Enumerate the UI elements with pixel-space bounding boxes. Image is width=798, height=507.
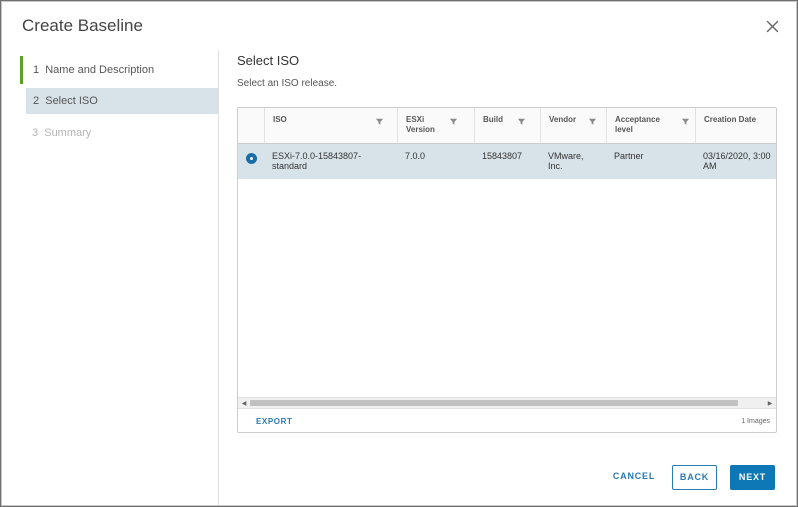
close-icon[interactable]	[762, 16, 782, 36]
column-creation-date[interactable]: Creation Date	[695, 108, 776, 143]
step-select-iso[interactable]: 2 Select ISO	[26, 88, 218, 114]
content-subtitle: Select an ISO release.	[237, 78, 338, 89]
cell-iso: ESXi-7.0.0-15843807- standard	[272, 151, 362, 171]
column-select	[238, 108, 264, 143]
column-label: Build	[483, 115, 503, 124]
next-button[interactable]: NEXT	[730, 465, 775, 490]
column-label: ESXi Version	[406, 115, 435, 134]
table-row[interactable]: ESXi-7.0.0-15843807- standard 7.0.0 1584…	[238, 144, 776, 179]
step-summary: 3 Summary	[32, 127, 92, 139]
item-count: 1 Images	[741, 418, 770, 425]
filter-icon[interactable]	[517, 117, 526, 126]
scrollbar-thumb[interactable]	[250, 400, 738, 406]
column-label: Creation Date	[704, 115, 757, 124]
column-build[interactable]: Build	[474, 108, 532, 143]
radio-selected-icon[interactable]	[246, 153, 257, 164]
step-name-and-description[interactable]: 1 Name and Description	[20, 56, 218, 84]
wizard-steps: 1 Name and Description 2 Select ISO 3 Su…	[2, 50, 219, 505]
column-label: Vendor	[549, 115, 577, 124]
back-button[interactable]: BACK	[672, 465, 717, 490]
cell-acceptance: Partner	[614, 151, 644, 161]
create-baseline-dialog: Create Baseline 1 Name and Description 2…	[2, 2, 796, 505]
filter-icon[interactable]	[681, 117, 690, 126]
filter-icon[interactable]	[449, 117, 458, 126]
iso-datagrid: ISO ESXi Version Build Vendor Acceptance…	[237, 107, 777, 433]
filter-icon[interactable]	[588, 117, 597, 126]
column-esxi-version[interactable]: ESXi Version	[397, 108, 464, 143]
column-label: ISO	[273, 115, 287, 124]
column-acceptance-level[interactable]: Acceptance level	[606, 108, 696, 143]
cell-version: 7.0.0	[405, 151, 426, 161]
column-iso[interactable]: ISO	[264, 108, 390, 143]
column-vendor[interactable]: Vendor	[540, 108, 603, 143]
column-label: Acceptance level	[615, 115, 660, 134]
export-button[interactable]: EXPORT	[256, 417, 293, 426]
cell-build: 15843807	[482, 151, 523, 161]
filter-icon[interactable]	[375, 117, 384, 126]
cancel-button[interactable]: CANCEL	[606, 465, 662, 490]
grid-header: ISO ESXi Version Build Vendor Acceptance…	[238, 108, 776, 144]
scroll-left-icon[interactable]: ◀	[239, 398, 249, 408]
cell-creation-date: 03/16/2020, 3:00 AM	[703, 151, 771, 171]
grid-footer: EXPORT 1 Images	[238, 408, 776, 432]
dialog-title: Create Baseline	[22, 16, 143, 35]
scroll-right-icon[interactable]: ▶	[765, 398, 775, 408]
content-title: Select ISO	[237, 53, 300, 68]
cell-vendor: VMware, Inc.	[548, 151, 584, 171]
